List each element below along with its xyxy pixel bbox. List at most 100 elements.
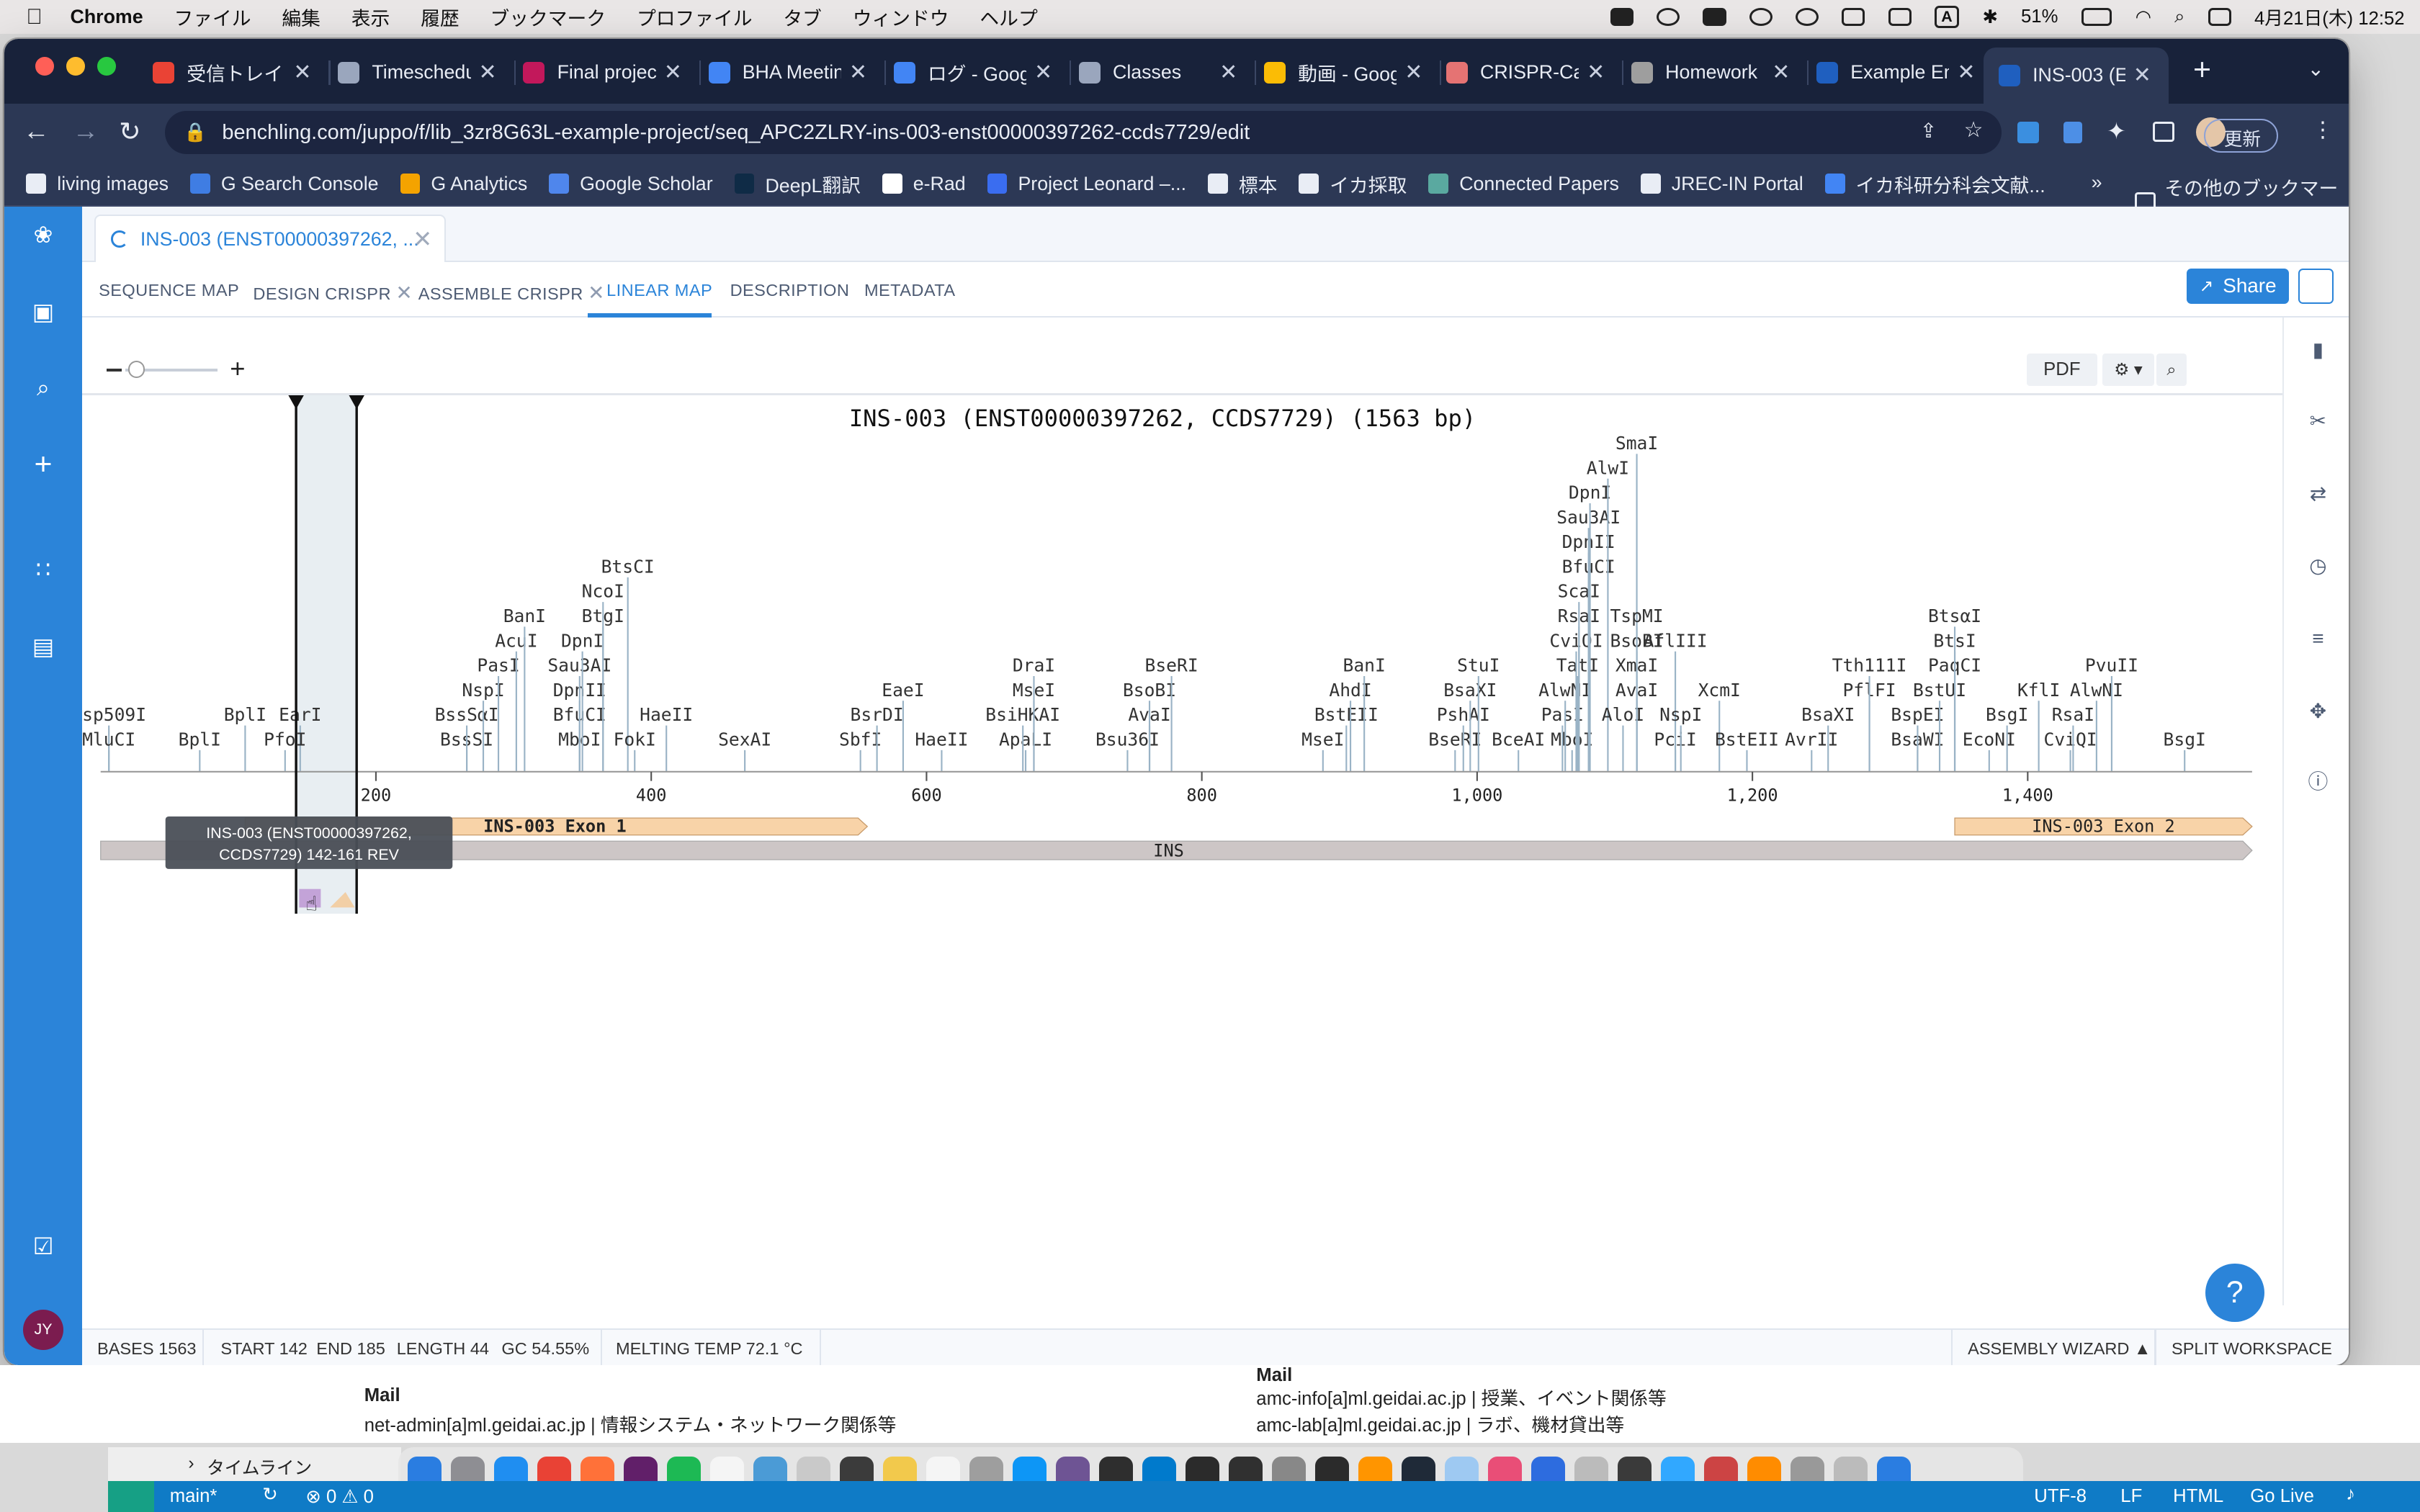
menubar-item[interactable]: プロファイル (637, 3, 753, 31)
menubar-item[interactable]: ウィンドウ (853, 3, 949, 31)
enzyme-label[interactable]: NcoI (581, 580, 624, 601)
settings-gear-icon[interactable]: ⚙ ▾ (2102, 353, 2155, 386)
problems-count[interactable]: ⊗ 0 ⚠ 0 (305, 1486, 374, 1508)
play-icon[interactable] (1749, 7, 1773, 27)
primer-icon[interactable]: ✥ (2307, 700, 2329, 722)
enzyme-label[interactable]: TatI (1556, 654, 1598, 675)
minimize-window-button[interactable] (66, 57, 85, 76)
wifi-icon[interactable]: ◠ (2136, 6, 2151, 28)
close-icon[interactable]: ✕ (588, 282, 605, 304)
lock-icon[interactable]: 🔒 (184, 122, 207, 143)
enzyme-label[interactable]: AvrII (1785, 729, 1838, 750)
bookmark-item[interactable]: living images (26, 173, 169, 195)
enzyme-label[interactable]: BtsαI (1928, 606, 1981, 626)
apple-icon[interactable]:  (26, 5, 42, 30)
enzyme-label[interactable]: XcmI (1698, 679, 1740, 700)
enzyme-label[interactable]: DraI (1012, 654, 1054, 675)
status-icon[interactable] (1610, 7, 1634, 27)
enzyme-label[interactable]: AloI (1601, 704, 1644, 725)
extension-icon[interactable] (2017, 122, 2039, 144)
bookmark-item[interactable]: G Search Console (189, 173, 379, 195)
enzyme-label[interactable]: BsaXI (1801, 704, 1855, 725)
enzyme-label[interactable]: SexAI (718, 729, 771, 750)
enzyme-label[interactable]: EaeI (882, 679, 924, 700)
history-clock-icon[interactable]: ◷ (2307, 555, 2329, 577)
enzyme-label[interactable]: BsgI (2163, 729, 2205, 750)
browser-tab[interactable]: Final projec ✕ (523, 53, 684, 93)
tab-description[interactable]: DESCRIPTION (730, 281, 850, 300)
browser-tab[interactable]: Classes ✕ (1078, 53, 1240, 93)
enzyme-label[interactable]: TspMI (1610, 606, 1663, 626)
enzyme-label[interactable]: PciI (1654, 729, 1696, 750)
menubar-app-name[interactable]: Chrome (70, 6, 143, 28)
enzyme-label[interactable]: AlwNI (2069, 679, 2123, 700)
text-lines-icon[interactable]: ≡ (2307, 628, 2329, 649)
enzyme-label[interactable]: BtsCI (601, 556, 654, 577)
enzyme-label[interactable]: BstEII (1715, 729, 1779, 750)
tab-linear-map[interactable]: LINEAR MAP (606, 281, 712, 300)
bookmark-star-icon[interactable]: ☆ (1964, 117, 1984, 143)
menubar-item[interactable]: 履歴 (421, 3, 460, 31)
airdrop-icon[interactable] (1796, 7, 1819, 27)
browser-tab[interactable]: CRISPR-Ca ✕ (1446, 53, 1607, 93)
close-icon[interactable]: ✕ (413, 225, 432, 253)
pdf-export-button[interactable]: PDF (2026, 353, 2098, 386)
enzyme-label[interactable]: CviQI (1549, 630, 1603, 651)
tab-sequence-map[interactable]: SEQUENCE MAP (99, 281, 239, 300)
bookmark-item[interactable]: DeepL翻訳 (734, 170, 861, 198)
enzyme-label[interactable]: PshAI (1436, 704, 1489, 725)
benchling-logo-icon[interactable]: ❀ (31, 223, 55, 246)
sync-icon[interactable]: ↻ (262, 1484, 278, 1506)
enzyme-label[interactable]: PvuII (2084, 654, 2138, 675)
remote-indicator[interactable] (108, 1481, 155, 1512)
zoom-handle[interactable] (127, 361, 145, 378)
volume-icon[interactable] (1888, 7, 1912, 27)
enzyme-label[interactable]: AhdI (1329, 679, 1371, 700)
close-tab-icon[interactable]: ✕ (1955, 60, 1977, 85)
status-icon[interactable] (1703, 7, 1726, 27)
enzyme-label[interactable]: HaeII (640, 704, 693, 725)
enzyme-label[interactable]: BsaXI (1443, 679, 1497, 700)
enzyme-label[interactable]: Sau3AI (1556, 506, 1621, 527)
reload-icon[interactable]: ↻ (119, 116, 141, 147)
enzyme-label[interactable]: ApaLI (999, 729, 1052, 750)
address-bar[interactable]: 🔒 benchling.com/juppo/f/lib_3zr8G63L-exa… (165, 111, 2002, 155)
globe-icon[interactable] (1657, 7, 1680, 27)
language-mode[interactable]: HTML (2173, 1486, 2223, 1507)
bookmark-item[interactable]: e-Rad (882, 173, 966, 195)
enzyme-label[interactable]: DpnI (561, 630, 604, 651)
browser-tab[interactable]: Timeschedu ✕ (338, 53, 498, 93)
enzyme-label[interactable]: DpnI (1568, 482, 1610, 503)
tab-assemble-crispr[interactable]: ASSEMBLE CRISPR ✕ (418, 281, 605, 305)
help-button[interactable]: ? (2205, 1263, 2264, 1323)
menubar-item[interactable]: ブックマーク (490, 3, 606, 31)
enzyme-label[interactable]: BplI (178, 729, 220, 750)
search-icon[interactable]: ⌕ (31, 376, 55, 399)
enzyme-label[interactable]: SbfI (839, 729, 882, 750)
encoding[interactable]: UTF-8 (2034, 1486, 2087, 1507)
menubar-item[interactable]: ヘルプ (980, 3, 1037, 31)
enzyme-label[interactable]: MboI (1551, 729, 1593, 750)
enzyme-label[interactable]: BsiHKAI (985, 704, 1060, 725)
close-tab-icon[interactable]: ✕ (2131, 63, 2153, 88)
tab-search-chevron-icon[interactable]: ⌄ (2308, 57, 2324, 81)
control-center-icon[interactable] (2208, 7, 2231, 27)
menubar-clock[interactable]: 4月21日(木) 12:52 (2254, 4, 2405, 30)
enzyme-label[interactable]: BstEII (1314, 704, 1378, 725)
close-tab-icon[interactable]: ✕ (662, 60, 684, 85)
enzyme-label[interactable]: BanI (503, 606, 545, 626)
bookmarks-overflow-button[interactable]: » (2092, 171, 2102, 194)
enzyme-label[interactable]: BsgI (1986, 704, 2028, 725)
tab-metadata[interactable]: METADATA (864, 281, 955, 300)
enzyme-label[interactable]: BceAI (1492, 729, 1545, 750)
enzyme-label[interactable]: MseI (1301, 729, 1344, 750)
menubar-item[interactable]: 編集 (282, 3, 321, 31)
share-button[interactable]: ↗ Share (2187, 268, 2289, 305)
enzyme-label[interactable]: FokI (613, 729, 655, 750)
apps-grid-icon[interactable]: ∷ (31, 558, 55, 581)
close-tab-icon[interactable]: ✕ (1585, 60, 1607, 85)
enzyme-label[interactable]: PfoI (264, 729, 306, 750)
zoom-out-icon[interactable] (106, 369, 122, 372)
url-text[interactable]: benchling.com/juppo/f/lib_3zr8G63L-examp… (222, 121, 1250, 145)
input-source-icon[interactable]: A (1934, 6, 1960, 29)
